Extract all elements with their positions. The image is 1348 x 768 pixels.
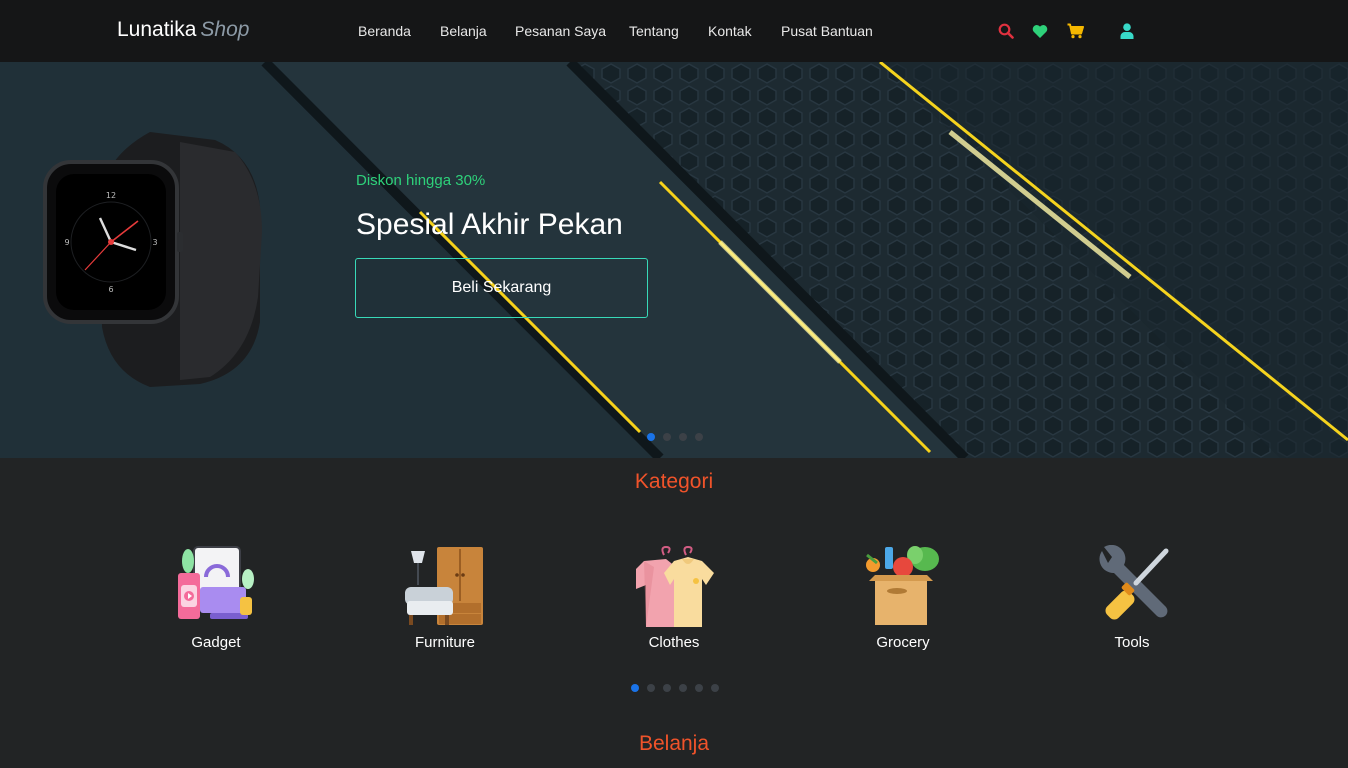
category-label: Tools xyxy=(1114,634,1150,651)
svg-text:12: 12 xyxy=(106,191,116,200)
svg-text:3: 3 xyxy=(152,238,157,247)
nav-link-beranda[interactable]: Beranda xyxy=(358,23,411,39)
search-icon[interactable] xyxy=(997,22,1015,40)
svg-text:9: 9 xyxy=(64,238,69,247)
hero-slide-dot[interactable] xyxy=(679,433,687,441)
nav-link-pesanan-saya[interactable]: Pesanan Saya xyxy=(515,23,606,39)
nav-link-kontak[interactable]: Kontak xyxy=(708,23,752,39)
tools-icon xyxy=(1099,545,1169,620)
navbar: Lunatika Shop Beranda Belanja Pesanan Say… xyxy=(0,0,1348,62)
svg-text:6: 6 xyxy=(108,285,113,294)
category-tools[interactable]: Tools xyxy=(1072,545,1192,655)
hero-slide-dot[interactable] xyxy=(695,433,703,441)
hero-subtitle: Diskon hingga 30% xyxy=(356,172,486,189)
category-label: Clothes xyxy=(648,634,700,651)
cart-icon[interactable] xyxy=(1066,22,1084,40)
category-page-dot[interactable] xyxy=(679,684,687,692)
nav-link-belanja[interactable]: Belanja xyxy=(440,23,487,39)
brand-name: Lunatika xyxy=(117,18,197,41)
hero-title: Spesial Akhir Pekan xyxy=(356,208,623,241)
shop-title: Belanja xyxy=(638,732,710,755)
buy-now-button[interactable]: Beli Sekarang xyxy=(355,258,648,318)
category-page-dot[interactable] xyxy=(695,684,703,692)
hero-slide-dot[interactable] xyxy=(647,433,655,441)
categories-title: Kategori xyxy=(634,470,714,493)
category-page-dot[interactable] xyxy=(711,684,719,692)
brand-accent: Shop xyxy=(200,18,250,41)
category-label: Gadget xyxy=(191,634,241,651)
user-icon[interactable] xyxy=(1118,22,1136,40)
category-furniture[interactable]: Furniture xyxy=(385,545,505,655)
clothes-icon xyxy=(636,545,714,627)
category-gadget[interactable]: Gadget xyxy=(156,545,276,655)
category-clothes[interactable]: Clothes xyxy=(614,545,734,655)
smartwatch-image: 12 3 6 9 xyxy=(43,132,262,387)
gadget-icon xyxy=(178,546,254,619)
category-page-indicators xyxy=(631,684,719,692)
brand-logo[interactable]: Lunatika Shop xyxy=(117,18,249,42)
hero-carousel: 12 3 6 9 Diskon hingga 30% Spesial Akhir Pe… xyxy=(0,62,1348,458)
furniture-icon xyxy=(405,547,483,625)
hero-slide-indicators xyxy=(647,433,703,441)
category-page-dot[interactable] xyxy=(663,684,671,692)
category-label: Furniture xyxy=(414,634,476,651)
category-page-dot[interactable] xyxy=(647,684,655,692)
nav-link-tentang[interactable]: Tentang xyxy=(629,23,679,39)
nav-link-pusat-bantuan[interactable]: Pusat Bantuan xyxy=(781,23,873,39)
category-grocery[interactable]: Grocery xyxy=(843,545,963,655)
hero-slide-dot[interactable] xyxy=(663,433,671,441)
category-label: Grocery xyxy=(876,634,930,651)
heart-icon[interactable] xyxy=(1031,22,1049,40)
grocery-icon xyxy=(866,546,939,625)
category-page-dot[interactable] xyxy=(631,684,639,692)
